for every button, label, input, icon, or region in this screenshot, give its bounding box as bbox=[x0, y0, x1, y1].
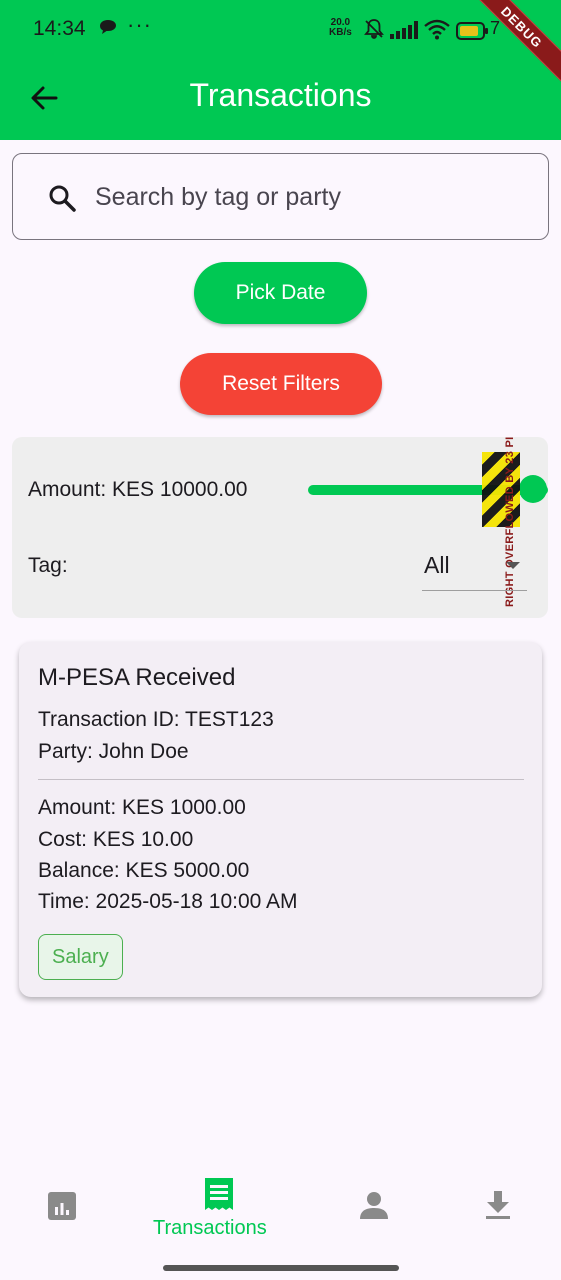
transaction-cost: Cost: KES 10.00 bbox=[38, 828, 194, 851]
transaction-balance: Balance: KES 5000.00 bbox=[38, 859, 250, 882]
amount-slider-thumb[interactable] bbox=[519, 475, 547, 503]
receipt-icon bbox=[203, 1177, 235, 1216]
battery-icon bbox=[456, 22, 488, 45]
analytics-icon bbox=[47, 1191, 77, 1226]
dropdown-arrow-icon bbox=[506, 562, 520, 569]
amount-filter-label: Amount: KES 10000.00 bbox=[28, 478, 248, 501]
tag-filter-label: Tag: bbox=[28, 554, 68, 577]
transaction-party: Party: John Doe bbox=[38, 740, 189, 763]
transaction-card[interactable]: M-PESA Received Transaction ID: TEST123 … bbox=[19, 642, 542, 997]
reset-filters-button[interactable]: Reset Filters bbox=[180, 353, 382, 415]
card-divider bbox=[38, 779, 524, 780]
chat-notification-icon bbox=[99, 19, 117, 40]
status-more-dots: ··· bbox=[127, 12, 152, 37]
nav-item-transactions[interactable]: Transactions bbox=[145, 1164, 295, 1256]
search-field[interactable] bbox=[12, 153, 549, 240]
bottom-navigation: Transactions bbox=[0, 1164, 561, 1256]
transaction-time: Time: 2025-05-18 10:00 AM bbox=[38, 890, 298, 913]
pick-date-button[interactable]: Pick Date bbox=[194, 262, 367, 324]
status-bar: 14:34 ··· 20.0 KB/s 7 bbox=[0, 0, 561, 62]
signal-icon bbox=[390, 21, 418, 44]
tag-dropdown-value: All bbox=[424, 552, 450, 578]
filter-panel: Amount: KES 10000.00 RIGHT OVERFLOWED BY… bbox=[12, 437, 548, 618]
transaction-tag-chip[interactable]: Salary bbox=[38, 934, 123, 980]
search-input[interactable] bbox=[93, 174, 533, 220]
status-time: 14:34 bbox=[33, 17, 86, 40]
home-indicator[interactable] bbox=[163, 1265, 399, 1271]
tag-dropdown[interactable]: All bbox=[422, 547, 527, 591]
transaction-title: M-PESA Received bbox=[38, 664, 236, 691]
network-speed-unit: KB/s bbox=[329, 27, 352, 38]
mute-icon bbox=[363, 18, 385, 45]
nav-item-profile[interactable] bbox=[342, 1164, 406, 1256]
page-title: Transactions bbox=[189, 77, 372, 113]
app-bar: 14:34 ··· 20.0 KB/s 7 DEBUG Transactions bbox=[0, 0, 561, 140]
transaction-id: Transaction ID: TEST123 bbox=[38, 708, 274, 731]
network-speed: 20.0 KB/s bbox=[329, 18, 352, 38]
nav-item-dashboard[interactable] bbox=[30, 1164, 94, 1256]
person-icon bbox=[359, 1190, 389, 1225]
wifi-icon bbox=[423, 18, 451, 45]
search-icon bbox=[47, 183, 77, 218]
download-icon bbox=[484, 1190, 512, 1225]
nav-label-transactions: Transactions bbox=[153, 1217, 267, 1239]
transaction-amount: Amount: KES 1000.00 bbox=[38, 796, 246, 819]
nav-item-download[interactable] bbox=[466, 1164, 530, 1256]
